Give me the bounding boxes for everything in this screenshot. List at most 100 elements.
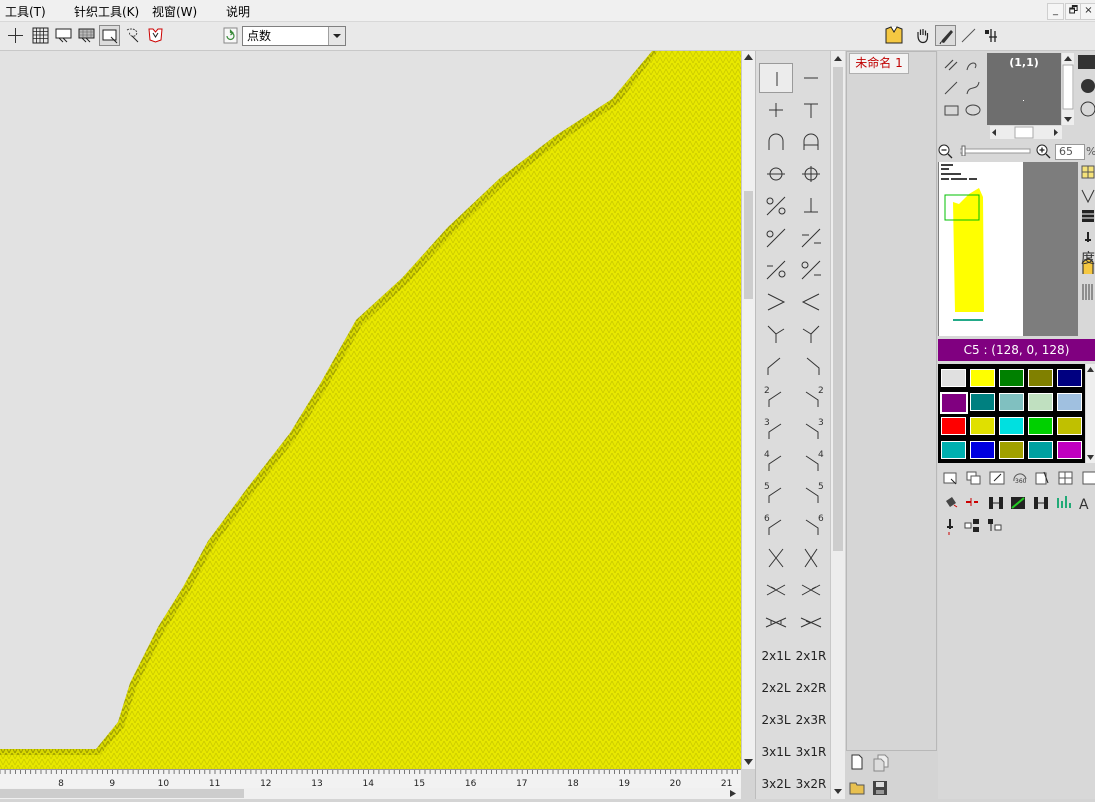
color-swatch[interactable] bbox=[1028, 417, 1053, 435]
cable-2x2r[interactable]: 2x2R bbox=[794, 681, 828, 695]
stitch-cross-alt-icon[interactable] bbox=[794, 543, 828, 573]
stitch-arch-icon[interactable] bbox=[759, 127, 793, 157]
stitch-numbered-right-icon[interactable]: 4 bbox=[794, 447, 828, 477]
stitch-slash-o-dash-icon[interactable] bbox=[794, 255, 828, 285]
color-swatch[interactable] bbox=[999, 393, 1024, 411]
minimize-button[interactable]: _ bbox=[1047, 3, 1064, 20]
cable-3x1l[interactable]: 3x1L bbox=[759, 745, 793, 759]
color-swatch[interactable] bbox=[941, 369, 966, 387]
zoom-slider[interactable] bbox=[959, 145, 1032, 157]
cable-3x1r[interactable]: 3x1R bbox=[794, 745, 828, 759]
color-swatch[interactable] bbox=[999, 441, 1024, 459]
overview-panel[interactable] bbox=[938, 162, 1078, 336]
stitch-inverted-tee-icon[interactable] bbox=[794, 191, 828, 221]
zoom-out-icon[interactable] bbox=[938, 144, 954, 163]
menu-window[interactable]: 视窗(W) bbox=[152, 3, 197, 20]
cable-2x1r[interactable]: 2x1R bbox=[794, 649, 828, 663]
palette-scrollbar[interactable] bbox=[830, 51, 845, 799]
color-swatch[interactable] bbox=[1057, 393, 1082, 411]
color-swatch[interactable] bbox=[970, 417, 995, 435]
stitch-less-than-icon[interactable] bbox=[794, 287, 828, 317]
color-swatch[interactable] bbox=[970, 369, 995, 387]
pattern-marker-icon[interactable] bbox=[981, 25, 1002, 46]
color-swatch[interactable] bbox=[970, 441, 995, 459]
cable-2x3l[interactable]: 2x3L bbox=[759, 713, 793, 727]
color-swatch[interactable] bbox=[999, 369, 1024, 387]
stitch-triple-cross-icon[interactable] bbox=[759, 607, 793, 637]
select-frame-tool-icon[interactable] bbox=[53, 25, 74, 46]
menu-tools[interactable]: 工具(T) bbox=[5, 3, 46, 20]
color-swatch[interactable] bbox=[970, 393, 995, 411]
stitch-slash-o-left-icon[interactable] bbox=[759, 223, 793, 253]
stitch-cross-icon[interactable] bbox=[759, 543, 793, 573]
garment-shape-tool-icon[interactable] bbox=[145, 25, 166, 46]
outline-circle-icon[interactable] bbox=[1078, 101, 1095, 120]
cable-3x2l[interactable]: 3x2L bbox=[759, 777, 793, 791]
rect-select-tool-icon[interactable] bbox=[99, 25, 120, 46]
stitch-numbered-right-icon[interactable]: 6 bbox=[794, 511, 828, 541]
stitch-slash-dash-icon[interactable] bbox=[794, 223, 828, 253]
cable-2x2l[interactable]: 2x2L bbox=[759, 681, 793, 695]
stitch-vertical-bar-icon[interactable] bbox=[759, 63, 793, 93]
stitch-double-cross-icon[interactable] bbox=[759, 575, 793, 605]
line-draw-icon[interactable] bbox=[958, 25, 979, 46]
stitch-slash-o-right-icon[interactable] bbox=[759, 255, 793, 285]
stitch-numbered-left-icon[interactable]: 4 bbox=[759, 447, 793, 477]
new-file-icon[interactable] bbox=[849, 754, 865, 773]
zoom-in-icon[interactable] bbox=[1036, 144, 1052, 163]
stitch-numbered-right-icon[interactable]: 5 bbox=[794, 479, 828, 509]
stitch-tee-icon[interactable] bbox=[794, 95, 828, 125]
navigator-vscroll[interactable] bbox=[1062, 53, 1074, 125]
copy-file-icon[interactable] bbox=[872, 754, 890, 775]
hand-pan-icon[interactable] bbox=[912, 25, 933, 46]
close-button[interactable]: × bbox=[1080, 3, 1095, 20]
color-swatch[interactable] bbox=[999, 417, 1024, 435]
navigator-hscroll[interactable] bbox=[990, 126, 1062, 139]
cable-2x1l[interactable]: 2x1L bbox=[759, 649, 793, 663]
color-swatch[interactable] bbox=[1028, 441, 1053, 459]
grid-tool-icon[interactable] bbox=[30, 25, 51, 46]
crosshair-tool-icon[interactable] bbox=[5, 25, 26, 46]
knit-drawing[interactable] bbox=[0, 51, 741, 769]
mode-select[interactable]: 点数 bbox=[242, 26, 346, 46]
lasso-tool-icon[interactable] bbox=[122, 25, 143, 46]
refresh-icon[interactable] bbox=[220, 25, 241, 46]
side-glyph[interactable]: 度 bbox=[1081, 248, 1095, 268]
stitch-triple-cross-alt-icon[interactable] bbox=[794, 607, 828, 637]
cable-2x3r[interactable]: 2x3R bbox=[794, 713, 828, 727]
document-tab[interactable]: 未命名 1 bbox=[849, 53, 909, 74]
stitch-corner-left-icon[interactable] bbox=[759, 351, 793, 381]
menu-knit-tools[interactable]: 针织工具(K) bbox=[74, 3, 139, 20]
stitch-arch-bar-icon[interactable] bbox=[794, 127, 828, 157]
stitch-y-right-icon[interactable] bbox=[794, 319, 828, 349]
pen-draw-icon[interactable] bbox=[935, 25, 956, 46]
color-swatch[interactable] bbox=[1057, 369, 1082, 387]
canvas-horizontal-scrollbar[interactable] bbox=[0, 788, 741, 799]
save-disk-icon[interactable] bbox=[872, 780, 888, 799]
stitch-slash-dots-icon[interactable] bbox=[759, 191, 793, 221]
stitch-numbered-right-icon[interactable]: 3 bbox=[794, 415, 828, 445]
navigator-preview[interactable]: (1,1) bbox=[987, 53, 1061, 125]
stitch-corner-right-icon[interactable] bbox=[794, 351, 828, 381]
color-swatch[interactable] bbox=[1057, 441, 1082, 459]
stitch-numbered-left-icon[interactable]: 5 bbox=[759, 479, 793, 509]
stitch-numbered-right-icon[interactable]: 2 bbox=[794, 383, 828, 413]
color-swatch[interactable] bbox=[941, 417, 966, 435]
stitch-circle-plus-icon[interactable] bbox=[794, 159, 828, 189]
color-swatch[interactable] bbox=[1028, 393, 1053, 411]
stitch-double-cross-alt-icon[interactable] bbox=[794, 575, 828, 605]
fill-rect-icon[interactable] bbox=[1078, 55, 1095, 69]
color-swatch[interactable] bbox=[1028, 369, 1053, 387]
stitch-numbered-left-icon[interactable]: 3 bbox=[759, 415, 793, 445]
selected-color-swatch[interactable] bbox=[940, 392, 968, 414]
fill-circle-icon[interactable] bbox=[1078, 78, 1095, 97]
zoom-field[interactable]: 65 bbox=[1055, 144, 1085, 160]
stitch-greater-than-icon[interactable] bbox=[759, 287, 793, 317]
menu-help[interactable]: 说明 bbox=[226, 3, 250, 20]
color-swatch[interactable] bbox=[1057, 417, 1082, 435]
swatch-scrollbar[interactable] bbox=[1086, 364, 1095, 463]
stitch-horizontal-bar-icon[interactable] bbox=[794, 63, 828, 93]
stitch-y-left-icon[interactable] bbox=[759, 319, 793, 349]
stitch-numbered-left-icon[interactable]: 6 bbox=[759, 511, 793, 541]
stitch-plus-icon[interactable] bbox=[759, 95, 793, 125]
